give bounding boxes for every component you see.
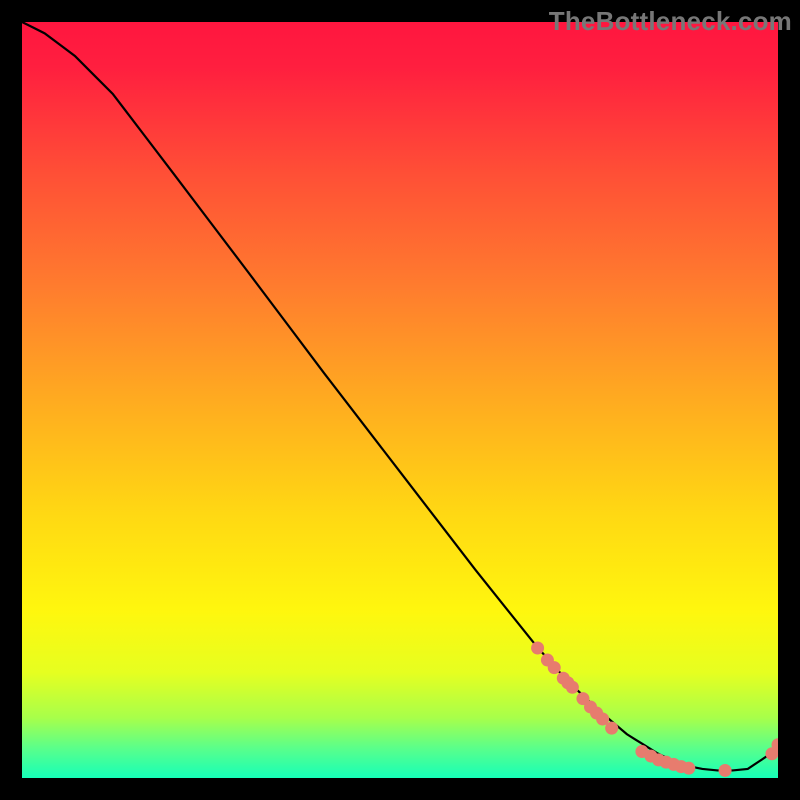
data-point bbox=[548, 661, 561, 674]
data-point bbox=[566, 681, 579, 694]
plot-svg bbox=[22, 22, 778, 778]
watermark-text: TheBottleneck.com bbox=[549, 6, 792, 37]
plot-area bbox=[22, 22, 778, 778]
data-point bbox=[531, 641, 544, 654]
data-point bbox=[682, 762, 695, 775]
data-point bbox=[605, 722, 618, 735]
data-point bbox=[719, 764, 732, 777]
gradient-background bbox=[22, 22, 778, 778]
chart-container: TheBottleneck.com bbox=[0, 0, 800, 800]
